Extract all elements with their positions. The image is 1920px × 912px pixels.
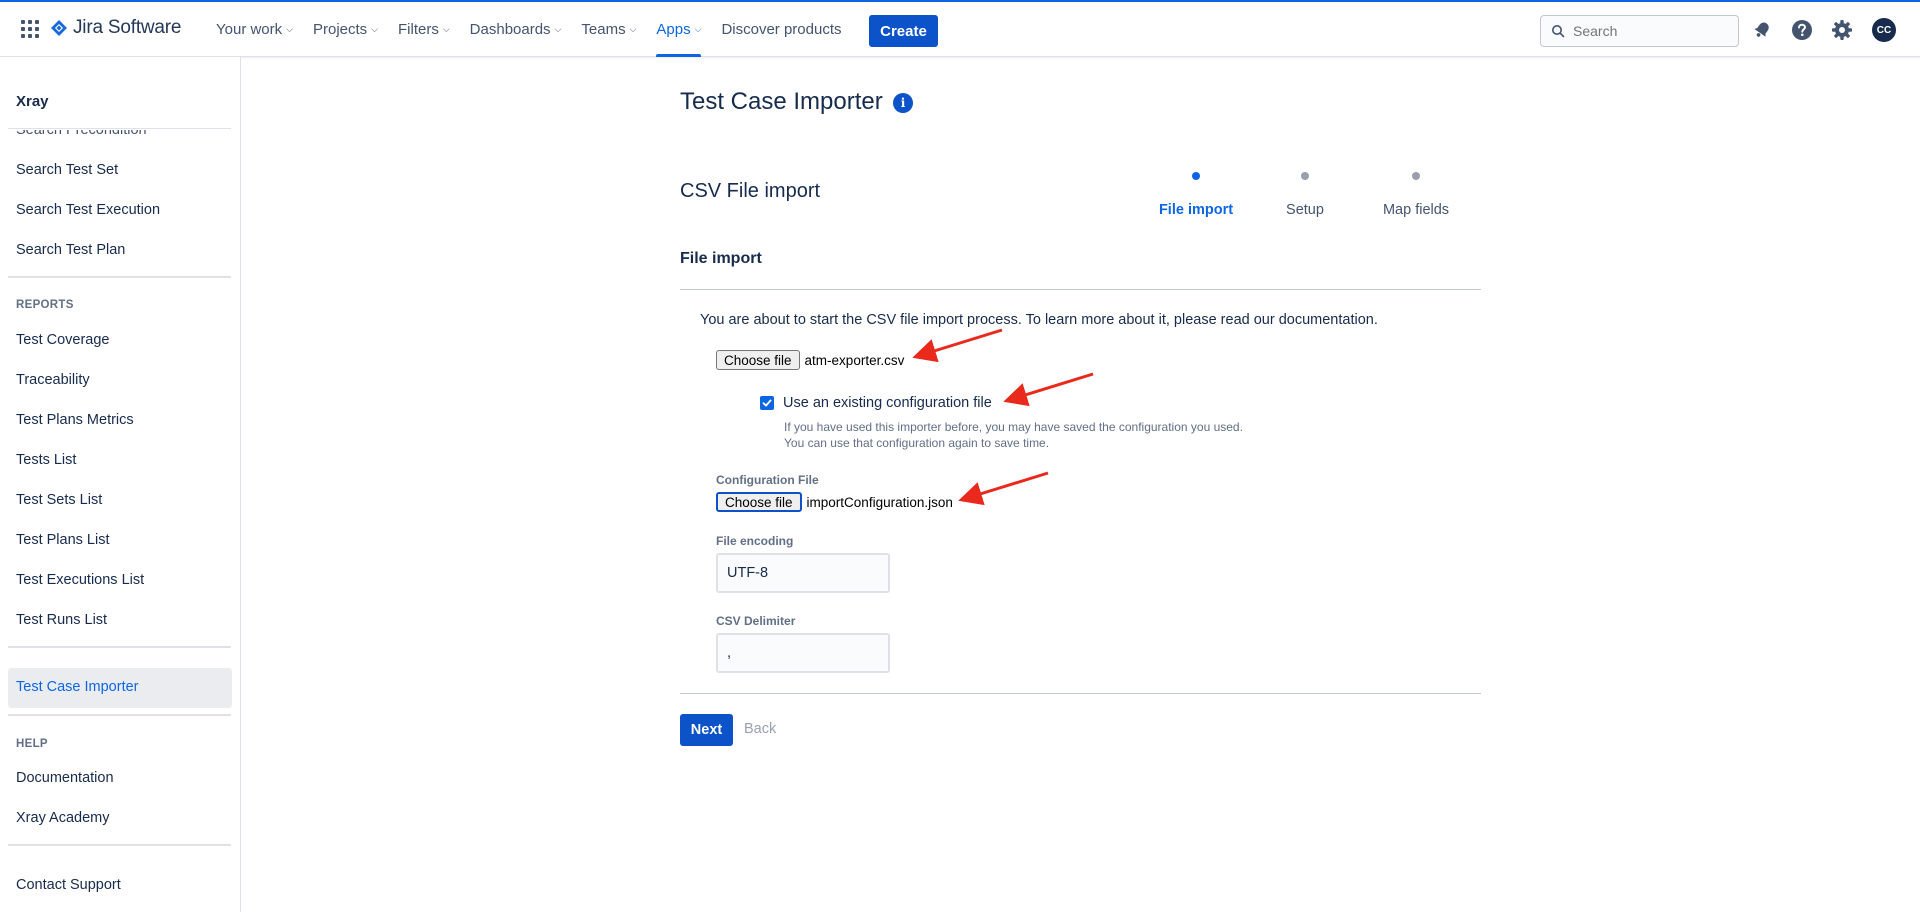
- nav-label: Projects: [312, 21, 368, 38]
- notifications-icon[interactable]: [1751, 19, 1773, 41]
- arrow-config-checkbox: [1003, 372, 1094, 407]
- info-icon[interactable]: i: [893, 93, 913, 113]
- check-icon: [762, 399, 772, 407]
- step-setup: Setup: [1280, 172, 1330, 218]
- step-label: Setup: [1286, 202, 1324, 218]
- use-existing-config-helper: If you have used this importer before, y…: [784, 420, 1243, 450]
- csv-delimiter-input[interactable]: ,: [716, 633, 890, 673]
- jira-logo-icon: [51, 20, 67, 36]
- nav-teams[interactable]: Teams ⌵: [581, 2, 636, 57]
- csv-file-name: atm-exporter.csv: [804, 352, 905, 368]
- nav-label: Dashboards: [469, 21, 551, 38]
- sidebar-item-test-executions-list[interactable]: Test Executions List: [16, 572, 144, 588]
- intro-text: You are about to start the CSV file impo…: [700, 312, 1378, 328]
- sidebar-divider: [8, 646, 231, 648]
- chevron-down-icon: ⌵: [371, 24, 378, 34]
- sidebar-divider: [8, 844, 231, 846]
- top-navigation: Jira Software Your work ⌵ Projects ⌵ Filte…: [0, 0, 1920, 57]
- sidebar-item-search-precondition[interactable]: Search Precondition: [16, 130, 147, 138]
- chevron-down-icon: ⌵: [629, 24, 637, 34]
- file-encoding-input[interactable]: UTF-8: [716, 553, 890, 593]
- file-encoding-label: File encoding: [716, 534, 794, 548]
- choose-csv-file-button[interactable]: Choose file: [716, 350, 800, 370]
- apps-grid-icon[interactable]: [20, 19, 40, 39]
- search-icon: [1552, 25, 1565, 38]
- sidebar-item-contact-support[interactable]: Contact Support: [16, 877, 121, 893]
- sidebar: Xray Search Precondition Search Test Set…: [0, 57, 241, 912]
- jira-logo[interactable]: Jira Software: [51, 17, 181, 39]
- chevron-down-icon: ⌵: [442, 24, 450, 34]
- search-box[interactable]: [1540, 15, 1739, 47]
- chevron-down-icon: ⌵: [286, 24, 293, 34]
- nav-discover-products[interactable]: Discover products: [721, 2, 841, 57]
- nav-label: Discover products: [721, 21, 842, 38]
- sidebar-item-search-test-plan[interactable]: Search Test Plan: [16, 242, 125, 258]
- nav-items: Your work ⌵ Projects ⌵ Filters ⌵ Dashboards…: [216, 2, 861, 57]
- use-existing-config-checkbox[interactable]: [760, 396, 774, 410]
- sidebar-divider: [8, 714, 231, 716]
- search-input[interactable]: [1573, 23, 1733, 39]
- sidebar-title: Xray: [16, 93, 49, 110]
- config-file-label: Configuration File: [716, 473, 819, 487]
- choose-config-file-button[interactable]: Choose file: [716, 492, 802, 512]
- chevron-down-icon: ⌵: [554, 24, 562, 34]
- section-title: CSV File import: [680, 180, 821, 202]
- step-map-fields: Map fields: [1380, 172, 1452, 218]
- sidebar-section-reports: REPORTS: [16, 299, 74, 311]
- nav-filters[interactable]: Filters ⌵: [398, 2, 450, 57]
- nav-dashboards[interactable]: Dashboards ⌵: [470, 2, 562, 57]
- step-label: File import: [1158, 202, 1234, 218]
- nav-label: Filters: [398, 21, 439, 38]
- sidebar-item-traceability[interactable]: Traceability: [16, 372, 90, 388]
- page-title: Test Case Importer: [680, 88, 883, 115]
- nav-label: Apps: [656, 21, 691, 38]
- divider: [680, 693, 1481, 694]
- step-dot: [1192, 172, 1200, 180]
- chevron-down-icon: ⌵: [694, 24, 702, 34]
- next-button[interactable]: Next: [680, 714, 733, 746]
- logo-text: Jira Software: [73, 17, 182, 38]
- back-button[interactable]: Back: [744, 721, 776, 737]
- config-file-name: importConfiguration.json: [806, 494, 953, 510]
- sidebar-item-documentation[interactable]: Documentation: [16, 770, 114, 786]
- nav-label: Teams: [581, 21, 626, 38]
- sidebar-item-search-test-set[interactable]: Search Test Set: [16, 162, 118, 178]
- nav-label: Your work: [216, 21, 283, 38]
- step-label: Map fields: [1382, 202, 1450, 218]
- arrow-config-file: [958, 471, 1049, 506]
- avatar[interactable]: CC: [1872, 18, 1896, 42]
- nav-your-work[interactable]: Your work ⌵: [216, 2, 293, 57]
- sidebar-item-test-coverage[interactable]: Test Coverage: [16, 332, 110, 348]
- csv-delimiter-label: CSV Delimiter: [716, 614, 796, 628]
- divider: [680, 289, 1481, 290]
- sidebar-item-search-test-execution[interactable]: Search Test Execution: [16, 202, 160, 218]
- sidebar-divider: [8, 276, 231, 278]
- help-icon[interactable]: [1791, 19, 1813, 41]
- sidebar-item-tests-list[interactable]: Tests List: [16, 452, 76, 468]
- step-dot: [1412, 172, 1420, 180]
- step-file-import: File import: [1157, 172, 1235, 218]
- sidebar-item-test-runs-list[interactable]: Test Runs List: [16, 612, 107, 628]
- step-dot: [1301, 172, 1309, 180]
- settings-icon[interactable]: [1831, 19, 1853, 41]
- annotation-arrows: [912, 328, 1094, 506]
- sidebar-item-label: Test Case Importer: [16, 679, 139, 695]
- config-file-row: Choose file importConfiguration.json: [716, 492, 953, 512]
- sidebar-divider: [8, 128, 231, 129]
- sidebar-item-test-plans-metrics[interactable]: Test Plans Metrics: [16, 412, 134, 428]
- sidebar-item-xray-academy[interactable]: Xray Academy: [16, 810, 110, 826]
- sidebar-item-test-sets-list[interactable]: Test Sets List: [16, 492, 102, 508]
- sub-title: File import: [680, 250, 762, 267]
- csv-file-row: Choose file atm-exporter.csv: [716, 350, 904, 370]
- arrow-csv-file: [912, 328, 1003, 363]
- sidebar-section-help: HELP: [16, 738, 48, 750]
- nav-apps[interactable]: Apps ⌵: [656, 2, 702, 57]
- use-existing-config-label[interactable]: Use an existing configuration file: [783, 395, 992, 411]
- create-button[interactable]: Create: [869, 15, 938, 47]
- nav-projects[interactable]: Projects ⌵: [313, 2, 378, 57]
- sidebar-item-test-plans-list[interactable]: Test Plans List: [16, 532, 110, 548]
